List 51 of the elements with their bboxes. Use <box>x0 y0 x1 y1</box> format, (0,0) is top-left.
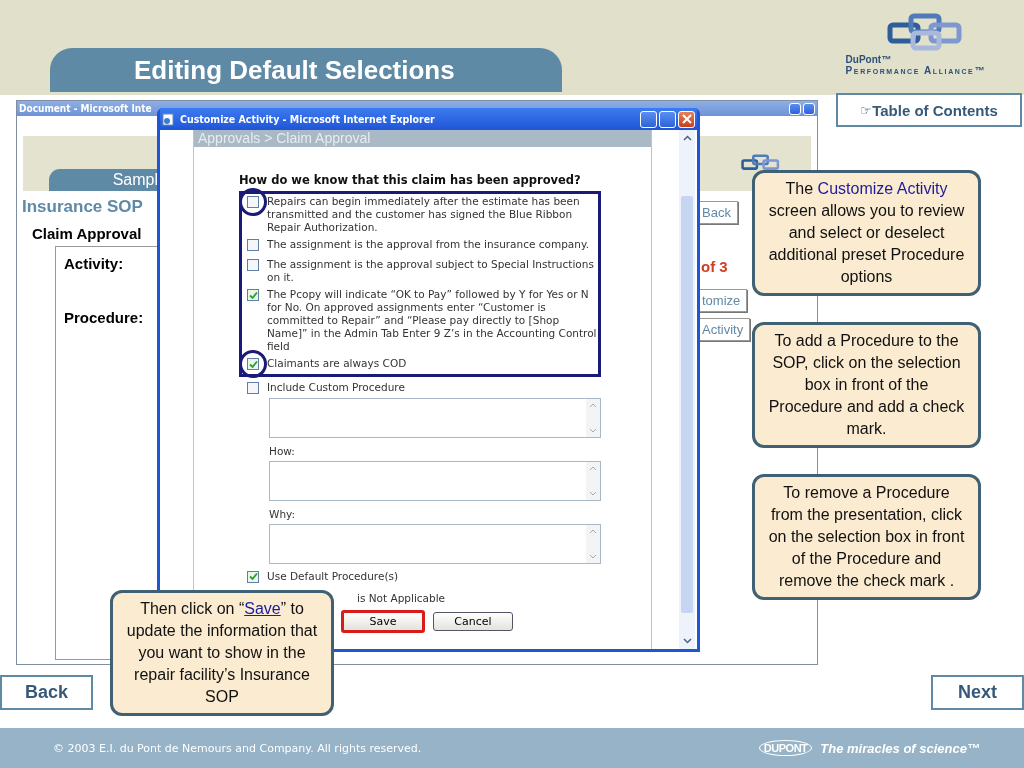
checkbox[interactable] <box>247 381 259 394</box>
callout-note: The Customize Activity screen allows you to review and select or deselect additional preset Procedure options <box>752 170 981 296</box>
option-label: Use Default Procedure(s) <box>267 569 399 583</box>
callout-note: Then click on “Save” to update the information that you want to show in the repair facility’s Insurance SOP <box>110 590 334 716</box>
field-label: Why: <box>269 507 297 520</box>
save-link[interactable]: Save <box>244 600 281 617</box>
option-label: Repairs can begin immediately after the estimate has been transmitted and the customer has signed the Blue Ribbon Repair Authorization. <box>267 195 581 234</box>
option-label: The Pcopy will indicate “OK to Pay” followed by Y for Yes or N for No. On approved assignments enter “Customer is committed to Repair” and “Please pay directly to [Shop Name]” in the Admin Tab Enter 9 Z’s in the Accounting Control field <box>267 288 598 353</box>
checkbox[interactable] <box>247 570 259 583</box>
page-heading: Insurance SOP <box>22 197 144 217</box>
save-button[interactable]: Save <box>341 609 425 633</box>
option-label: Include Custom Procedure <box>267 380 405 394</box>
next-button[interactable]: Next <box>931 675 1024 710</box>
field-label: Procedure: <box>64 309 145 326</box>
field-label: Activity: <box>64 255 125 272</box>
question-text: How do we know that this claim has been approved? <box>239 173 582 187</box>
copyright-text: © 2003 E.I. du Pont de Nemours and Company. All rights reserved. <box>53 741 422 755</box>
checkbox[interactable] <box>247 239 259 251</box>
checkbox[interactable] <box>247 196 259 208</box>
chain-links-icon <box>886 12 965 52</box>
page-counter: of 3 <box>701 258 728 275</box>
option-label: is Not Applicable <box>357 591 447 604</box>
scroll-up-icon[interactable] <box>682 135 692 141</box>
option-label: The assignment is the approval from the insurance company. <box>267 238 589 251</box>
scrollbar[interactable] <box>679 130 695 649</box>
table-of-contents-link[interactable]: ☞Table of Contents <box>836 93 1022 127</box>
close-icon[interactable] <box>678 110 695 128</box>
checkbox[interactable] <box>247 289 259 301</box>
back-button[interactable]: Back <box>0 675 93 710</box>
option-label: The assignment is the approval subject to Special Instructions on it. <box>267 258 595 284</box>
logo-brand: DuPont™ <box>845 54 892 65</box>
logo-tagline: Performance Alliance™ <box>845 65 986 76</box>
option-label: Claimants are always COD <box>267 357 407 370</box>
checkbox[interactable] <box>247 259 259 271</box>
page-button[interactable]: Activity <box>699 318 751 341</box>
page-icon <box>162 112 175 126</box>
callout-note: To add a Procedure to the SOP, click on the selection box in front of the Procedure and add a check mark. <box>752 322 981 448</box>
section-heading: Claim Approval <box>32 225 143 242</box>
dialog-title: Customize Activity - Microsoft Internet Explorer <box>180 113 435 125</box>
window-title: Document - Microsoft Inte <box>19 103 152 114</box>
page-tab[interactable]: Sampl <box>49 169 158 191</box>
cancel-button[interactable]: Cancel <box>433 611 513 631</box>
callout-note: To remove a Procedure from the presentation, click on the selection box in front of the Procedure and remove the check mark . <box>752 474 981 600</box>
page-button[interactable]: tomize <box>699 289 748 312</box>
page-button[interactable]: Back <box>699 201 738 224</box>
scroll-down-icon[interactable] <box>682 638 692 644</box>
slide-title: Editing Default Selections <box>50 48 562 92</box>
slogan-text: The miracles of science™ <box>820 740 980 756</box>
breadcrumb-bar: Approvals > Claim Approval <box>194 130 651 147</box>
field-label: How: <box>269 444 296 457</box>
checkbox[interactable] <box>247 358 259 370</box>
